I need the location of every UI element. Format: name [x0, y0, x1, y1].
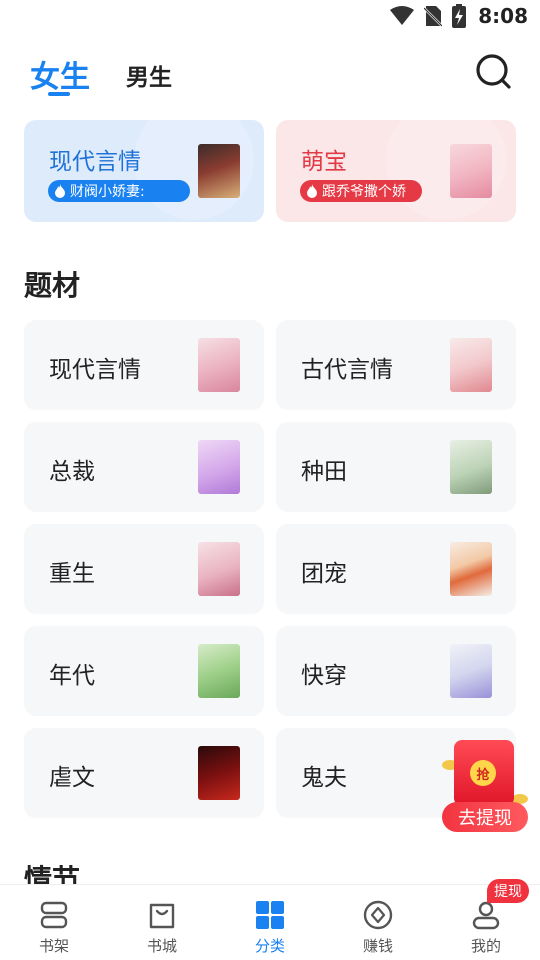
wifi-icon [390, 6, 415, 25]
nav-label: 赚钱 [362, 937, 393, 955]
topic-label: 种田 [301, 459, 347, 485]
book-cover [198, 644, 240, 698]
book-cover [198, 144, 240, 198]
grab-coin: 抢 [470, 760, 496, 786]
status-bar: 8:08 [0, 0, 540, 36]
status-icons: 8:08 [390, 4, 528, 28]
battery-charging-icon [452, 4, 467, 28]
search-icon[interactable] [474, 52, 512, 92]
withdraw-button[interactable]: 去提现 [442, 802, 528, 832]
bookshelf-icon [40, 901, 68, 929]
feature-card-cute-baby[interactable]: 萌宝 跟乔爷撒个娇 [276, 120, 516, 222]
topic-label: 重生 [49, 561, 95, 587]
topic-label: 总裁 [49, 459, 95, 485]
status-time: 8:08 [478, 4, 528, 28]
topic-card-ceo[interactable]: 总裁 [24, 422, 264, 512]
topic-label: 团宠 [301, 561, 347, 587]
category-grid-icon [256, 901, 284, 929]
book-cover [198, 338, 240, 392]
topic-label: 古代言情 [301, 357, 393, 383]
topic-label: 现代言情 [49, 357, 141, 383]
topic-card-rebirth[interactable]: 重生 [24, 524, 264, 614]
bottom-nav: 书架 书城 分类 赚钱 我的 [0, 884, 540, 960]
book-cover [198, 440, 240, 494]
nav-earn[interactable]: 赚钱 [324, 885, 432, 960]
feature-card-modern-romance[interactable]: 现代言情 财阀小娇妻: [24, 120, 264, 222]
topic-card-farming[interactable]: 种田 [276, 422, 516, 512]
bookstore-bag-icon [149, 903, 175, 929]
withdraw-badge: 提现 [487, 879, 529, 903]
hot-book-pill: 财阀小娇妻: [48, 180, 190, 202]
flame-icon [55, 184, 65, 198]
hot-book-title: 财阀小娇妻: [70, 184, 145, 200]
tab-female[interactable]: 女生 [30, 52, 90, 96]
topic-label: 鬼夫 [301, 765, 347, 791]
section-title-topics: 题材 [24, 269, 81, 302]
flame-icon [307, 184, 317, 198]
topic-label: 虐文 [49, 765, 95, 791]
nav-label: 分类 [254, 937, 285, 955]
topic-label: 快穿 [301, 663, 347, 689]
topic-card-era[interactable]: 年代 [24, 626, 264, 716]
feature-title: 萌宝 [301, 149, 347, 175]
topic-card-angst[interactable]: 虐文 [24, 728, 264, 818]
topic-card-group-pampering[interactable]: 团宠 [276, 524, 516, 614]
nav-label: 我的 [470, 937, 501, 955]
nav-bookstore[interactable]: 书城 [108, 885, 216, 960]
topic-card-modern-romance[interactable]: 现代言情 [24, 320, 264, 410]
hot-book-title: 跟乔爷撒个娇 [322, 184, 406, 200]
book-cover [450, 440, 492, 494]
book-cover [198, 746, 240, 800]
active-tab-indicator [48, 92, 70, 96]
nav-bookshelf[interactable]: 书架 [0, 885, 108, 960]
book-cover [198, 542, 240, 596]
topic-card-quick-transmigration[interactable]: 快穿 [276, 626, 516, 716]
nav-label: 书城 [146, 937, 177, 955]
book-cover [450, 144, 492, 198]
nav-category[interactable]: 分类 [216, 885, 324, 960]
feature-title: 现代言情 [49, 149, 141, 175]
no-sim-icon [424, 6, 443, 27]
book-cover [450, 338, 492, 392]
withdraw-reward-widget[interactable]: 抢 去提现 [440, 740, 530, 832]
book-cover [450, 542, 492, 596]
coin-icon [363, 900, 393, 930]
tab-male[interactable]: 男生 [126, 58, 172, 92]
profile-icon [472, 901, 500, 930]
nav-label: 书架 [38, 937, 69, 955]
header: 女生 男生 [0, 46, 540, 102]
book-cover [450, 644, 492, 698]
topic-card-ancient-romance[interactable]: 古代言情 [276, 320, 516, 410]
hot-book-pill: 跟乔爷撒个娇 [300, 180, 422, 202]
topic-label: 年代 [49, 663, 95, 689]
